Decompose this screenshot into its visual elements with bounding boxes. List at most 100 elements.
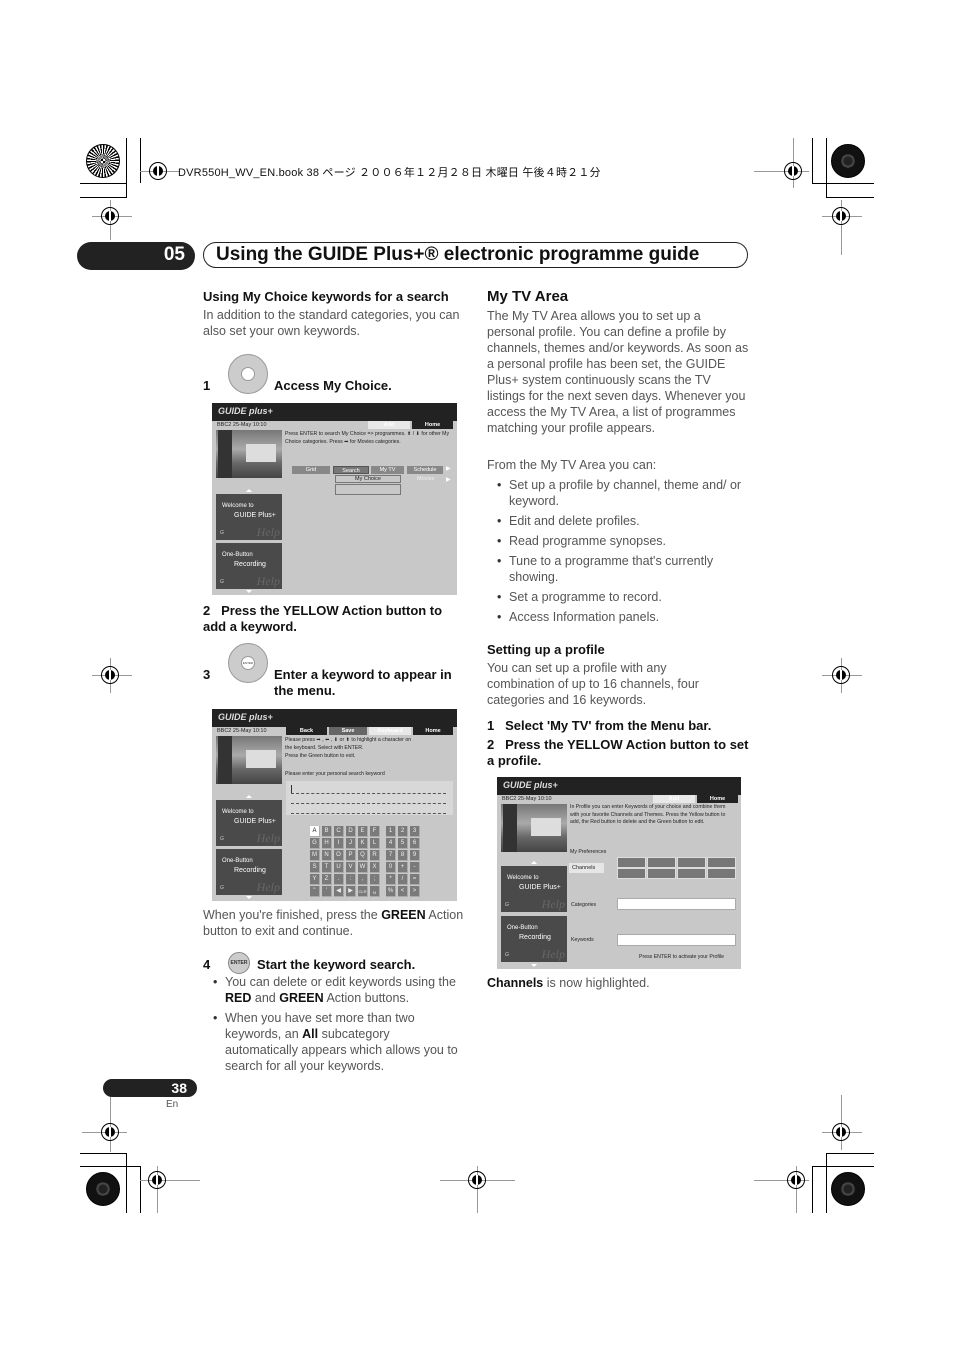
keyboard-key[interactable]: P xyxy=(346,850,356,861)
keyboard-key[interactable]: - xyxy=(410,862,420,873)
help-watermark: Help xyxy=(256,525,280,539)
scroll-up-icon[interactable] xyxy=(246,795,252,798)
guide-plus-logo: GUIDE plus+ xyxy=(218,712,273,722)
menu-schedule[interactable]: Schedule xyxy=(407,466,443,474)
channel-slot[interactable] xyxy=(647,857,676,868)
keyboard-key[interactable]: . xyxy=(334,874,344,885)
keyboard-key[interactable]: V xyxy=(346,862,356,873)
help-panel-welcome[interactable]: Welcome to GUIDE Plus+ Help G xyxy=(216,800,282,846)
menu-my-tv[interactable]: My TV xyxy=(371,466,404,474)
side-item-movies[interactable]: Movies xyxy=(417,476,434,482)
keyboard-key[interactable]: Q xyxy=(358,850,368,861)
tab-back[interactable]: Back xyxy=(286,727,327,735)
keyboard-key[interactable]: : xyxy=(346,874,356,885)
keywords-field[interactable] xyxy=(617,934,736,946)
enter-button-icon: ENTER xyxy=(228,952,250,974)
channel-slot[interactable] xyxy=(707,868,736,879)
registration-crosshair-icon xyxy=(101,1123,119,1141)
keyboard-key[interactable]: O xyxy=(334,850,344,861)
menu-search[interactable]: Search xyxy=(333,466,369,474)
keyword-input-field[interactable] xyxy=(286,781,453,815)
keyboard-key[interactable]: W xyxy=(358,862,368,873)
tab-add[interactable]: Add xyxy=(653,795,695,803)
tab-home[interactable]: Home xyxy=(413,727,453,735)
help-panel-one-button-recording[interactable]: One-Button Recording Help G xyxy=(216,849,282,895)
keyboard-key[interactable]: , xyxy=(358,874,368,885)
keyboard-key[interactable]: Z xyxy=(322,874,332,885)
keyboard-key[interactable]: 0 xyxy=(386,862,396,873)
keyboard-key[interactable]: S xyxy=(310,862,320,873)
channel-slot[interactable] xyxy=(677,857,706,868)
keyboard-key[interactable]: H xyxy=(322,838,332,849)
registration-crosshair-icon xyxy=(784,162,802,180)
keyboard-key[interactable]: C xyxy=(334,826,344,837)
tab-keyboard[interactable]: Keyboard xyxy=(369,727,411,735)
tab-save[interactable]: Save xyxy=(329,727,367,735)
keyboard-key[interactable]: I xyxy=(334,838,344,849)
keyboard-key[interactable]: 3 xyxy=(410,826,420,837)
keyboard-key[interactable]: 6 xyxy=(410,838,420,849)
keyboard-key[interactable]: M xyxy=(310,850,320,861)
keyboard-key[interactable]: ▶ xyxy=(346,886,356,897)
tab-home[interactable]: Home xyxy=(412,421,453,429)
keyboard-key[interactable]: ; xyxy=(370,874,380,885)
help-panel-welcome[interactable]: Welcome to GUIDE Plus+ Help G xyxy=(501,866,567,912)
keyboard-key[interactable]: K xyxy=(358,838,368,849)
channel-slot[interactable] xyxy=(647,868,676,879)
help-panel-welcome[interactable]: Welcome to GUIDE Plus+ Help G xyxy=(216,494,282,540)
keyboard-key[interactable]: 1 xyxy=(386,826,396,837)
tab-home[interactable]: Home xyxy=(697,795,738,803)
keyboard-key[interactable]: ␣ xyxy=(370,886,380,897)
scroll-up-icon[interactable] xyxy=(531,861,537,864)
keyboard-key[interactable]: 9 xyxy=(410,850,420,861)
channel-slot[interactable] xyxy=(617,868,646,879)
keyboard-key[interactable]: 5 xyxy=(398,838,408,849)
page-language: En xyxy=(166,1099,179,1110)
channel-slot[interactable] xyxy=(677,868,706,879)
keyboard-key[interactable]: U xyxy=(334,862,344,873)
help-panel-one-button-recording[interactable]: One-Button Recording Help G xyxy=(501,916,567,962)
keyboard-key[interactable]: R xyxy=(370,850,380,861)
keyboard-key[interactable]: CLR xyxy=(358,886,368,897)
keyboard-key[interactable]: D xyxy=(346,826,356,837)
help-panel-one-button-recording[interactable]: One-Button Recording Help G xyxy=(216,543,282,589)
scroll-down-icon[interactable] xyxy=(246,896,252,899)
section-heading-my-choice: Using My Choice keywords for a search xyxy=(203,289,449,304)
keyboard-key[interactable]: L xyxy=(370,838,380,849)
keyboard-key[interactable]: 7 xyxy=(386,850,396,861)
keyboard-key[interactable]: < xyxy=(398,886,408,897)
keyboard-key[interactable]: N xyxy=(322,850,332,861)
keyboard-key[interactable]: ' xyxy=(322,886,332,897)
keyboard-key[interactable]: " xyxy=(310,886,320,897)
channels-field-highlighted[interactable]: Channels xyxy=(569,863,604,873)
categories-field[interactable] xyxy=(617,898,736,910)
keyboard-key[interactable]: % xyxy=(386,886,396,897)
channel-slot[interactable] xyxy=(617,857,646,868)
dropdown-my-choice[interactable]: My Choice xyxy=(335,475,401,483)
scroll-down-icon[interactable] xyxy=(246,590,252,593)
keyboard-key[interactable]: 4 xyxy=(386,838,396,849)
keyboard-key[interactable]: A xyxy=(310,826,320,837)
keyboard-key[interactable]: E xyxy=(358,826,368,837)
keyboard-key[interactable]: Y xyxy=(310,874,320,885)
keyboard-key[interactable]: * xyxy=(386,874,396,885)
menu-grid[interactable]: Grid xyxy=(292,466,330,474)
keyboard-key[interactable]: B xyxy=(322,826,332,837)
channel-slot[interactable] xyxy=(707,857,736,868)
keyboard-key[interactable]: 2 xyxy=(398,826,408,837)
tab-add[interactable]: Add xyxy=(368,421,410,429)
keyboard-key[interactable]: F xyxy=(370,826,380,837)
keyboard-key[interactable]: J xyxy=(346,838,356,849)
keyboard-key[interactable]: ◀ xyxy=(334,886,344,897)
scroll-up-icon[interactable] xyxy=(246,489,252,492)
keyboard-key[interactable]: G xyxy=(310,838,320,849)
keyboard-key[interactable]: = xyxy=(410,874,420,885)
registration-crosshair-icon xyxy=(101,666,119,684)
keyboard-key[interactable]: / xyxy=(398,874,408,885)
keyboard-key[interactable]: 8 xyxy=(398,850,408,861)
keyboard-key[interactable]: X xyxy=(370,862,380,873)
scroll-down-icon[interactable] xyxy=(531,964,537,967)
keyboard-key[interactable]: > xyxy=(410,886,420,897)
keyboard-key[interactable]: + xyxy=(398,862,408,873)
keyboard-key[interactable]: T xyxy=(322,862,332,873)
